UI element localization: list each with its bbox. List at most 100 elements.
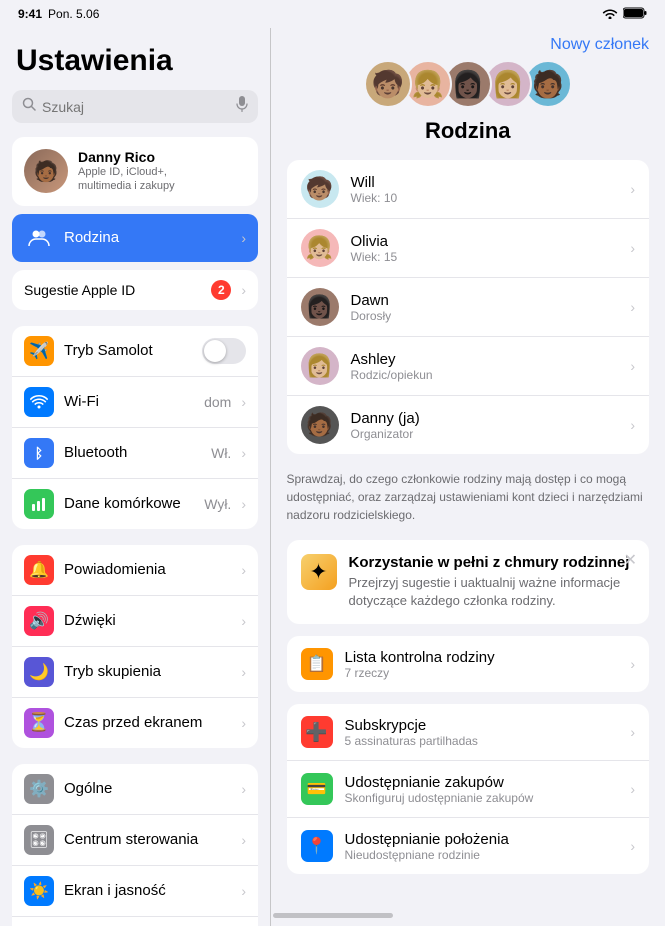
suggestions-label: Sugestie Apple ID xyxy=(24,282,135,298)
member-name-danny: Danny (ja) xyxy=(351,410,619,427)
option-row-subscriptions[interactable]: ➕ Subskrypcje 5 assinaturas partilhadas … xyxy=(287,704,650,761)
member-sub-ashley: Rodzic/opiekun xyxy=(351,368,619,382)
sidebar-title: Ustawienia xyxy=(12,44,258,78)
member-avatar-olivia: 👧🏼 xyxy=(301,229,339,267)
settings-item-display[interactable]: ☀️ Ekran i jasność › xyxy=(12,866,258,917)
general-label: Ogólne xyxy=(64,780,231,797)
list-kontrolna-row[interactable]: 📋 Lista kontrolna rodziny 7 rzeczy › xyxy=(287,636,650,692)
member-row-danny[interactable]: 🧑🏾 Danny (ja) Organizator › xyxy=(287,396,650,454)
status-date: Pon. 5.06 xyxy=(48,7,99,21)
member-info-dawn: Dawn Dorosły xyxy=(351,292,619,323)
search-input[interactable] xyxy=(42,99,230,115)
wifi-chevron: › xyxy=(241,394,246,410)
member-chevron-ashley: › xyxy=(630,358,635,374)
account-info: Danny Rico Apple ID, iCloud+,multimedia … xyxy=(78,149,246,194)
member-row-will[interactable]: 🧒🏽 Will Wiek: 10 › xyxy=(287,160,650,219)
members-card: 🧒🏽 Will Wiek: 10 › 👧🏼 Olivia Wiek: 15 › … xyxy=(287,160,650,454)
subscriptions-icon: ➕ xyxy=(301,716,333,748)
settings-item-airplane[interactable]: ✈️ Tryb Samolot xyxy=(12,326,258,377)
feature-title: Korzystanie w pełni z chmury rodzinnej xyxy=(349,554,636,571)
search-icon xyxy=(22,97,36,116)
cellular-icon xyxy=(24,489,54,519)
account-sub: Apple ID, iCloud+,multimedia i zakupy xyxy=(78,165,246,194)
airplane-icon: ✈️ xyxy=(24,336,54,366)
settings-item-notifications[interactable]: 🔔 Powiadomienia › xyxy=(12,545,258,596)
member-row-ashley[interactable]: 👩🏼 Ashley Rodzic/opiekun › xyxy=(287,337,650,396)
settings-item-focus[interactable]: 🌙 Tryb skupienia › xyxy=(12,647,258,698)
focus-icon: 🌙 xyxy=(24,657,54,687)
feature-close-icon[interactable]: ✕ xyxy=(624,550,637,570)
settings-item-control-center[interactable]: 🎛 Centrum sterowania › xyxy=(12,815,258,866)
purchases-icon: 💳 xyxy=(301,773,333,805)
list-info: Lista kontrolna rodziny 7 rzeczy xyxy=(345,649,619,680)
account-card[interactable]: 🧑🏾 Danny Rico Apple ID, iCloud+,multimed… xyxy=(12,137,258,206)
screentime-icon: ⏳ xyxy=(24,708,54,738)
settings-item-general[interactable]: ⚙️ Ogólne › xyxy=(12,764,258,815)
member-info-danny: Danny (ja) Organizator xyxy=(351,410,619,441)
family-label: Rodzina xyxy=(64,229,231,246)
family-avatars: 🧒🏽 👧🏼 👩🏿 👩🏼 🧑🏾 xyxy=(364,60,572,108)
feature-card[interactable]: ✦ Korzystanie w pełni z chmury rodzinnej… xyxy=(287,540,650,624)
member-chevron-danny: › xyxy=(630,417,635,433)
list-kontrolna-card: 📋 Lista kontrolna rodziny 7 rzeczy › xyxy=(287,636,650,692)
member-name-olivia: Olivia xyxy=(351,233,619,250)
member-info-will: Will Wiek: 10 xyxy=(351,174,619,205)
suggestions-row[interactable]: Sugestie Apple ID 2 › xyxy=(12,270,258,310)
bluetooth-value: Wł. xyxy=(211,445,231,461)
member-row-dawn[interactable]: 👩🏿 Dawn Dorosły › xyxy=(287,278,650,337)
cellular-label: Dane komórkowe xyxy=(64,495,194,512)
family-avatar-0: 🧒🏽 xyxy=(364,60,412,108)
purchases-sub: Skonfiguruj udostępnianie zakupów xyxy=(345,791,619,805)
family-icon xyxy=(24,223,54,253)
list-title: Lista kontrolna rodziny xyxy=(345,649,619,666)
airplane-toggle[interactable] xyxy=(202,338,246,364)
sidebar-item-family[interactable]: Rodzina › xyxy=(12,214,258,262)
search-bar[interactable] xyxy=(12,90,258,123)
control-center-label: Centrum sterowania xyxy=(64,831,231,848)
member-avatar-will: 🧒🏽 xyxy=(301,170,339,208)
settings-item-wifi[interactable]: Wi-Fi dom › xyxy=(12,377,258,428)
member-info-ashley: Ashley Rodzic/opiekun xyxy=(351,351,619,382)
purchases-chevron: › xyxy=(630,781,635,797)
purchases-info: Udostępnianie zakupów Skonfiguruj udostę… xyxy=(345,774,619,805)
member-sub-dawn: Dorosły xyxy=(351,309,619,323)
control-center-icon: 🎛 xyxy=(24,825,54,855)
member-chevron-dawn: › xyxy=(630,299,635,315)
mic-icon xyxy=(236,96,248,117)
account-name: Danny Rico xyxy=(78,149,246,165)
new-member-button[interactable]: Nowy członek xyxy=(550,36,649,54)
wifi-label: Wi-Fi xyxy=(64,393,194,410)
sidebar: Ustawienia 🧑🏾 Danny Rico A xyxy=(0,28,270,926)
settings-item-screentime[interactable]: ⏳ Czas przed ekranem › xyxy=(12,698,258,748)
member-sub-olivia: Wiek: 15 xyxy=(351,250,619,264)
member-name-will: Will xyxy=(351,174,619,191)
option-row-purchases[interactable]: 💳 Udostępnianie zakupów Skonfiguruj udos… xyxy=(287,761,650,818)
member-chevron-will: › xyxy=(630,181,635,197)
settings-item-homescreen[interactable]: 🏠 Ekran początkowy i biblioteka aplikacj… xyxy=(12,917,258,926)
option-row-location[interactable]: 📍 Udostępnianie położenia Nieudostępnian… xyxy=(287,818,650,874)
notifications-label: Powiadomienia xyxy=(64,561,231,578)
location-icon: 📍 xyxy=(301,830,333,862)
member-row-olivia[interactable]: 👧🏼 Olivia Wiek: 15 › xyxy=(287,219,650,278)
member-sub-will: Wiek: 10 xyxy=(351,191,619,205)
options-card: ➕ Subskrypcje 5 assinaturas partilhadas … xyxy=(287,704,650,874)
location-sub: Nieudostępniane rodzinie xyxy=(345,848,619,862)
feature-content: Korzystanie w pełni z chmury rodzinnej P… xyxy=(349,554,636,610)
battery-icon xyxy=(623,7,647,22)
account-avatar: 🧑🏾 xyxy=(24,149,68,193)
focus-label: Tryb skupienia xyxy=(64,663,231,680)
settings-item-cellular[interactable]: Dane komórkowe Wył. › xyxy=(12,479,258,529)
settings-item-sounds[interactable]: 🔊 Dźwięki › xyxy=(12,596,258,647)
notifications-icon: 🔔 xyxy=(24,555,54,585)
cellular-chevron: › xyxy=(241,496,246,512)
settings-group-connectivity: ✈️ Tryb Samolot Wi-Fi dom › ᛒ xyxy=(12,326,258,529)
list-chevron: › xyxy=(630,656,635,672)
wifi-value: dom xyxy=(204,394,231,410)
settings-item-bluetooth[interactable]: ᛒ Bluetooth Wł. › xyxy=(12,428,258,479)
general-icon: ⚙️ xyxy=(24,774,54,804)
suggestions-badge: 2 xyxy=(211,280,231,300)
location-chevron: › xyxy=(630,838,635,854)
subscriptions-sub: 5 assinaturas partilhadas xyxy=(345,734,619,748)
member-info-olivia: Olivia Wiek: 15 xyxy=(351,233,619,264)
main-panel: Nowy członek 🧒🏽 👧🏼 👩🏿 👩🏼 🧑🏾 Rodzina 🧒🏽 W… xyxy=(271,28,665,926)
